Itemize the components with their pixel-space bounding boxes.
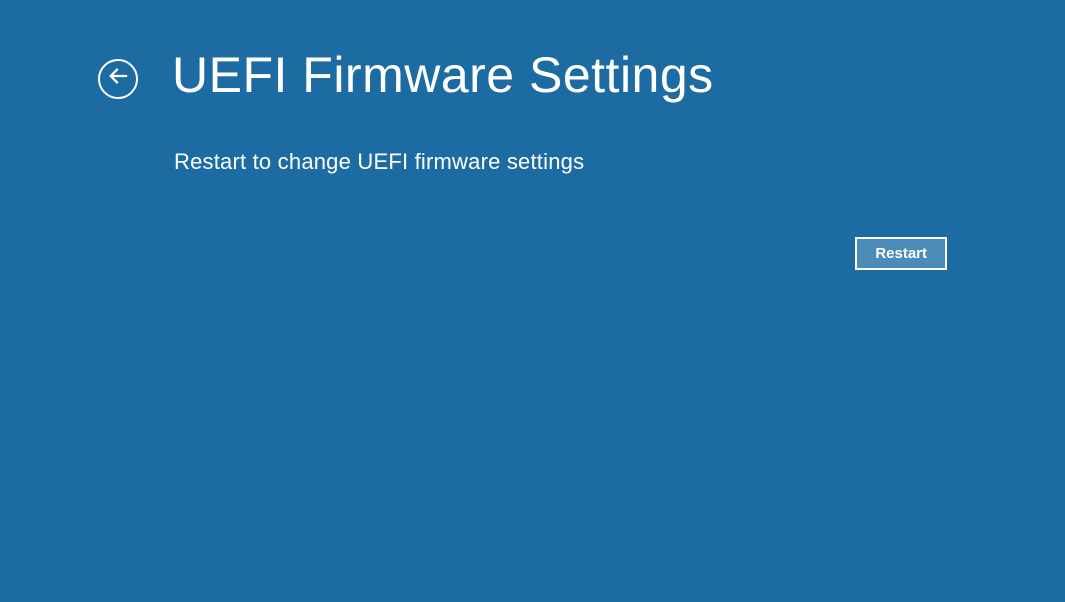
description-text: Restart to change UEFI firmware settings xyxy=(174,149,1065,175)
page-title: UEFI Firmware Settings xyxy=(172,48,714,103)
back-button[interactable] xyxy=(98,59,138,99)
header-row: UEFI Firmware Settings xyxy=(0,0,1065,103)
back-arrow-icon xyxy=(107,65,129,92)
restart-button[interactable]: Restart xyxy=(855,237,947,270)
button-row: Restart xyxy=(855,237,947,270)
